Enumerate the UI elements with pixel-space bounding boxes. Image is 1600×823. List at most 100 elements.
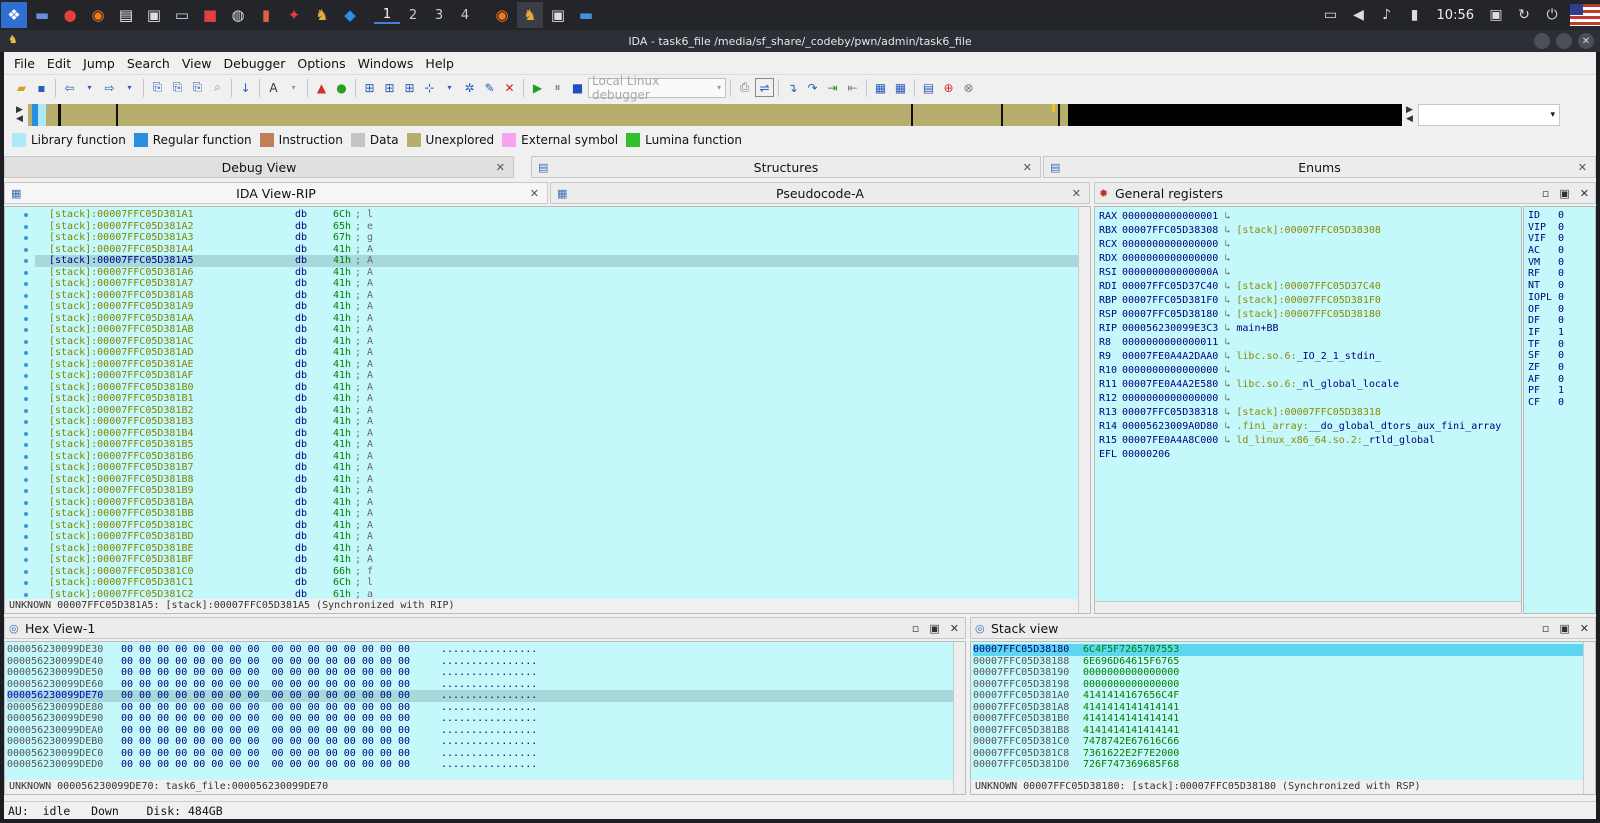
stack-value[interactable]: 4141414141414141: [1083, 713, 1179, 724]
disasm-line[interactable]: [stack]:00007FFC05D381C0 db 66h ; f: [35, 566, 1078, 578]
flag-value[interactable]: 0: [1558, 374, 1564, 385]
flag-row[interactable]: IOPL 0: [1528, 292, 1593, 304]
register-row[interactable]: R12 0000000000000000 ↳: [1099, 392, 1519, 406]
close-icon[interactable]: ✕: [530, 187, 539, 200]
register-row[interactable]: RSI 000000000000000A ↳: [1099, 266, 1519, 280]
notification-icon[interactable]: ♪: [1374, 2, 1400, 28]
volume-icon[interactable]: ◀: [1346, 2, 1372, 28]
disasm-line[interactable]: [stack]:00007FFC05D381AA db 41h ; A: [35, 313, 1078, 325]
stack-value[interactable]: 0000000000000000: [1083, 667, 1179, 678]
register-row[interactable]: R13 00007FFC05D38318 ↳ [stack]:00007FFC05…: [1099, 406, 1519, 420]
register-row[interactable]: R11 00007FE0A4A2E580 ↳ libc.so.6:_nl_glob…: [1099, 378, 1519, 392]
close-icon[interactable]: ✕: [1580, 622, 1589, 635]
flags-view[interactable]: ID 0 VIP 0 VIF 0 AC 0 VM 0 RF 0 NT 0 IOPL 0 OF 0 DF 0 IF 1 TF 0…: [1523, 206, 1596, 614]
disasm-line[interactable]: [stack]:00007FFC05D381AC db 41h ; A: [35, 336, 1078, 348]
bp-list-icon[interactable]: ▤: [919, 78, 938, 97]
register-link-icon[interactable]: ↳: [1218, 267, 1236, 278]
close-icon[interactable]: ✕: [1023, 161, 1032, 174]
register-link-icon[interactable]: ↳: [1218, 421, 1236, 432]
register-row[interactable]: R15 00007FE0A4A8C000 ↳ ld_linux_x86_64.so…: [1099, 434, 1519, 448]
stack-row[interactable]: 00007FFC05D381B0 4141414141414141: [973, 713, 1583, 725]
stack-row[interactable]: 00007FFC05D381C0 7478742E67616C66: [973, 736, 1583, 748]
register-value[interactable]: 00007FE0A4A8C000: [1122, 435, 1218, 446]
menu-file[interactable]: File: [8, 56, 41, 71]
disasm-line[interactable]: [stack]:00007FFC05D381B6 db 41h ; A: [35, 451, 1078, 463]
restore-icon[interactable]: ▫: [1542, 622, 1549, 635]
edit-icon[interactable]: ✎: [480, 78, 499, 97]
register-value[interactable]: 0000000000000011: [1122, 337, 1218, 348]
register-value[interactable]: 00007FFC05D37C40: [1122, 281, 1218, 292]
green-dot-icon[interactable]: ●: [332, 78, 351, 97]
flag-value[interactable]: 0: [1558, 350, 1564, 361]
display-icon[interactable]: ▭: [1318, 2, 1344, 28]
disasm-line[interactable]: [stack]:00007FFC05D381A6 db 41h ; A: [35, 267, 1078, 279]
register-row[interactable]: RDI 00007FFC05D37C40 ↳ [stack]:00007FFC05…: [1099, 280, 1519, 294]
flag-row[interactable]: DF 0: [1528, 315, 1593, 327]
register-row[interactable]: RBX 00007FFC05D38308 ↳ [stack]:00007FFC05…: [1099, 224, 1519, 238]
hex-view[interactable]: 000056230099DE30 00 00 00 00 00 00 00 00 …: [4, 641, 966, 795]
stack-row[interactable]: 00007FFC05D38198 0000000000000000: [973, 679, 1583, 691]
stack-row[interactable]: 00007FFC05D381C8 7361622E2F7E2000: [973, 748, 1583, 760]
register-value[interactable]: 00007FE0A4A2DAA0: [1122, 351, 1218, 362]
disasm-line[interactable]: [stack]:00007FFC05D381A7 db 41h ; A: [35, 278, 1078, 290]
disasm-line[interactable]: [stack]:00007FFC05D381A8 db 41h ; A: [35, 290, 1078, 302]
register-value[interactable]: 0000000000000000: [1122, 239, 1218, 250]
menu-windows[interactable]: Windows: [352, 56, 420, 71]
flag-row[interactable]: ID 0: [1528, 210, 1593, 222]
flag-value[interactable]: 0: [1558, 245, 1564, 256]
stack-value[interactable]: 0000000000000000: [1083, 679, 1179, 690]
register-row[interactable]: R8 0000000000000011 ↳: [1099, 336, 1519, 350]
stack-view[interactable]: 00007FFC05D38180 6C4F5F7265707553 00007FFC…: [970, 641, 1596, 795]
disasm-line[interactable]: [stack]:00007FFC05D381AD db 41h ; A: [35, 347, 1078, 359]
stack-row[interactable]: 00007FFC05D38180 6C4F5F7265707553: [973, 644, 1583, 656]
float-icon[interactable]: ▣: [1559, 187, 1569, 200]
refresh-icon[interactable]: ↻: [1511, 2, 1537, 28]
add-bp-icon[interactable]: ⊹: [420, 78, 439, 97]
vscode-icon[interactable]: ◆: [337, 2, 363, 28]
registers-hscrollbar[interactable]: [1095, 601, 1521, 613]
flag-value[interactable]: 0: [1558, 315, 1564, 326]
flag-row[interactable]: VIF 0: [1528, 233, 1593, 245]
flag-row[interactable]: PF 1: [1528, 385, 1593, 397]
register-row[interactable]: R10 0000000000000000 ↳: [1099, 364, 1519, 378]
maximize-button[interactable]: [1556, 33, 1572, 49]
float-icon[interactable]: ▣: [929, 622, 939, 635]
register-link-icon[interactable]: ↳: [1218, 379, 1236, 390]
back-icon[interactable]: ⇦: [60, 78, 79, 97]
register-value[interactable]: 00007FFC05D38308: [1122, 225, 1218, 236]
menu-help[interactable]: Help: [419, 56, 460, 71]
back-dropdown-icon[interactable]: ▾: [80, 78, 99, 97]
hex-row[interactable]: 000056230099DE90 00 00 00 00 00 00 00 00 …: [7, 713, 953, 725]
hex-row[interactable]: 000056230099DEA0 00 00 00 00 00 00 00 00 …: [7, 725, 953, 737]
disasm-line[interactable]: [stack]:00007FFC05D381A2 db 65h ; e: [35, 221, 1078, 233]
flag-row[interactable]: ZF 0: [1528, 362, 1593, 374]
stack-row[interactable]: 00007FFC05D381A0 4141414167656C4F: [973, 690, 1583, 702]
flag-row[interactable]: CF 0: [1528, 397, 1593, 409]
hex-row[interactable]: 000056230099DE70 00 00 00 00 00 00 00 00 …: [7, 690, 953, 702]
show-stack-icon[interactable]: ▦: [891, 78, 910, 97]
nav-select[interactable]: ▾: [1418, 104, 1560, 126]
register-link-icon[interactable]: ↳: [1218, 225, 1236, 236]
minimize-button[interactable]: [1534, 33, 1550, 49]
close-icon[interactable]: ✕: [1072, 187, 1081, 200]
stack-value[interactable]: 4141414141414141: [1083, 725, 1179, 736]
register-link-icon[interactable]: ↳: [1218, 239, 1236, 250]
tab-ida-view-rip[interactable]: ▦ IDA View-RIP ✕: [4, 182, 548, 204]
register-value[interactable]: 00007FFC05D38318: [1122, 407, 1218, 418]
stack-value[interactable]: 7361622E2F7E2000: [1083, 748, 1179, 759]
bp-remove-icon[interactable]: ⊗: [959, 78, 978, 97]
disasm-line[interactable]: [stack]:00007FFC05D381B4 db 41h ; A: [35, 428, 1078, 440]
disasm-line[interactable]: [stack]:00007FFC05D381BC db 41h ; A: [35, 520, 1078, 532]
forward-icon[interactable]: ⇨: [100, 78, 119, 97]
add-struct-icon[interactable]: ⊞: [360, 78, 379, 97]
cherrytree-icon[interactable]: ●: [57, 2, 83, 28]
stack-value[interactable]: 6E696D64615F6765: [1083, 656, 1179, 667]
disasm-line[interactable]: [stack]:00007FFC05D381A1 db 6Ch ; l: [35, 209, 1078, 221]
flag-row[interactable]: OF 0: [1528, 304, 1593, 316]
register-link-icon[interactable]: ↳: [1218, 281, 1236, 292]
disasm-line[interactable]: [stack]:00007FFC05D381AB db 41h ; A: [35, 324, 1078, 336]
stop-icon[interactable]: ■: [568, 78, 587, 97]
register-link-icon[interactable]: ↳: [1218, 435, 1236, 446]
text-icon[interactable]: A: [264, 78, 283, 97]
register-link-icon[interactable]: ↳: [1218, 365, 1236, 376]
